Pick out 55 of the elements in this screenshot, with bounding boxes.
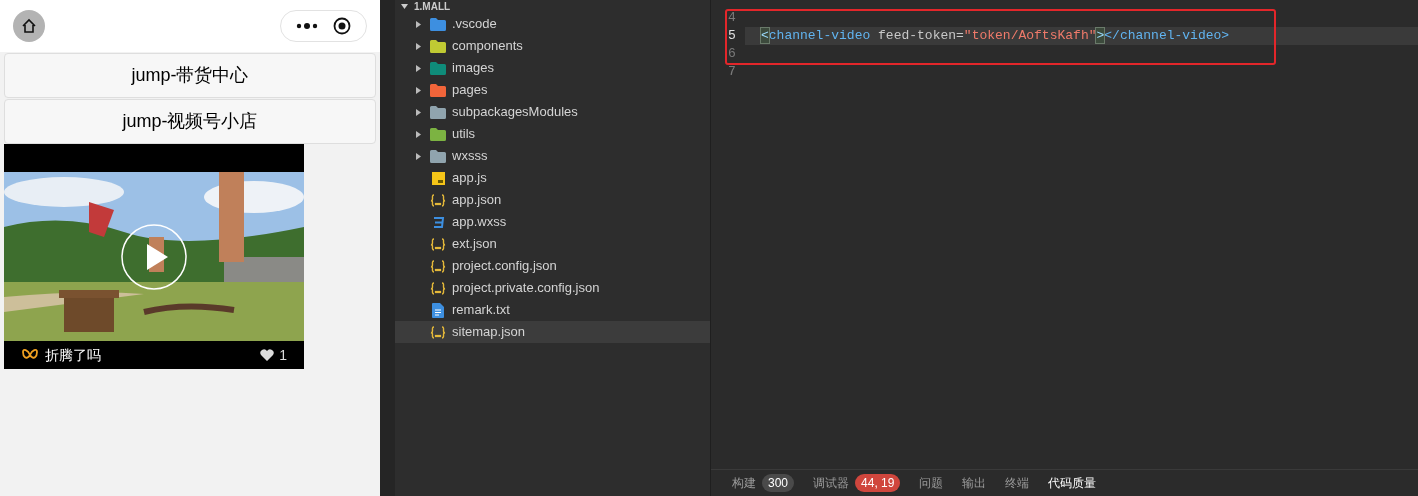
project-title: 1.MALL xyxy=(414,1,451,12)
jump-button[interactable]: jump-带货中心 xyxy=(4,53,376,98)
file-tree-item[interactable]: ext.json xyxy=(395,233,710,255)
file-tree-item[interactable]: pages xyxy=(395,79,710,101)
file-tree-item[interactable]: app.js xyxy=(395,167,710,189)
file-tree-item[interactable]: utils xyxy=(395,123,710,145)
braces-icon xyxy=(430,325,446,339)
braces-icon xyxy=(430,259,446,273)
chevron-icon[interactable] xyxy=(416,86,421,94)
file-tree-item[interactable]: components xyxy=(395,35,710,57)
line-number: 6 xyxy=(727,45,737,64)
home-icon xyxy=(21,18,37,34)
file-tree-item[interactable]: remark.txt xyxy=(395,299,710,321)
document-icon xyxy=(432,302,444,318)
like-count: 1 xyxy=(279,345,287,365)
css-icon xyxy=(431,215,445,229)
play-icon[interactable] xyxy=(121,224,187,290)
panel-tab[interactable]: 输出 xyxy=(962,474,987,492)
file-tree-item[interactable]: .vscode xyxy=(395,13,710,35)
count-badge: 300 xyxy=(762,474,795,492)
js-file-icon xyxy=(431,171,445,185)
home-button[interactable] xyxy=(13,10,45,42)
file-tree-item[interactable]: project.private.config.json xyxy=(395,277,710,299)
jump-button[interactable]: jump-视频号小店 xyxy=(4,99,376,144)
caret-icon[interactable] xyxy=(401,4,408,9)
file-tree-item[interactable]: subpackagesModules xyxy=(395,101,710,123)
chevron-icon[interactable] xyxy=(416,152,421,160)
file-tree-item[interactable]: app.wxss xyxy=(395,211,710,233)
chevron-icon[interactable] xyxy=(416,64,421,72)
braces-icon xyxy=(430,281,446,295)
author-name: 折腾了吗 xyxy=(45,345,101,365)
panel-tab[interactable]: 问题 xyxy=(919,474,944,492)
braces-icon xyxy=(430,193,446,207)
file-tree-item[interactable]: images xyxy=(395,57,710,79)
line-number: 5 xyxy=(727,27,737,46)
chevron-icon[interactable] xyxy=(416,20,421,28)
more-icon[interactable] xyxy=(296,22,319,30)
file-tree-item[interactable]: project.config.json xyxy=(395,255,710,277)
file-tree-item[interactable]: wxsss xyxy=(395,145,710,167)
braces-icon xyxy=(430,237,446,251)
panel-tab[interactable]: 终端 xyxy=(1005,474,1030,492)
count-badge: 44, 19 xyxy=(855,474,901,492)
panel-tab[interactable]: 代码质量 xyxy=(1048,474,1097,492)
file-tree-item[interactable]: app.json xyxy=(395,189,710,211)
code-line: <channel-video feed-token="token/AoftsKafh"></channel-video> xyxy=(761,27,1230,46)
chevron-icon[interactable] xyxy=(416,108,421,116)
line-number: 7 xyxy=(727,63,737,82)
panel-tab[interactable]: 构建 300 xyxy=(732,474,795,492)
line-number: 4 xyxy=(727,9,737,28)
close-target-icon[interactable] xyxy=(332,17,351,35)
panel-tab[interactable]: 调试器 44, 19 xyxy=(813,474,901,492)
chevron-icon[interactable] xyxy=(416,130,421,138)
file-tree-item[interactable]: sitemap.json xyxy=(395,321,710,343)
chevron-icon[interactable] xyxy=(416,42,421,50)
heart-icon[interactable] xyxy=(260,349,275,361)
